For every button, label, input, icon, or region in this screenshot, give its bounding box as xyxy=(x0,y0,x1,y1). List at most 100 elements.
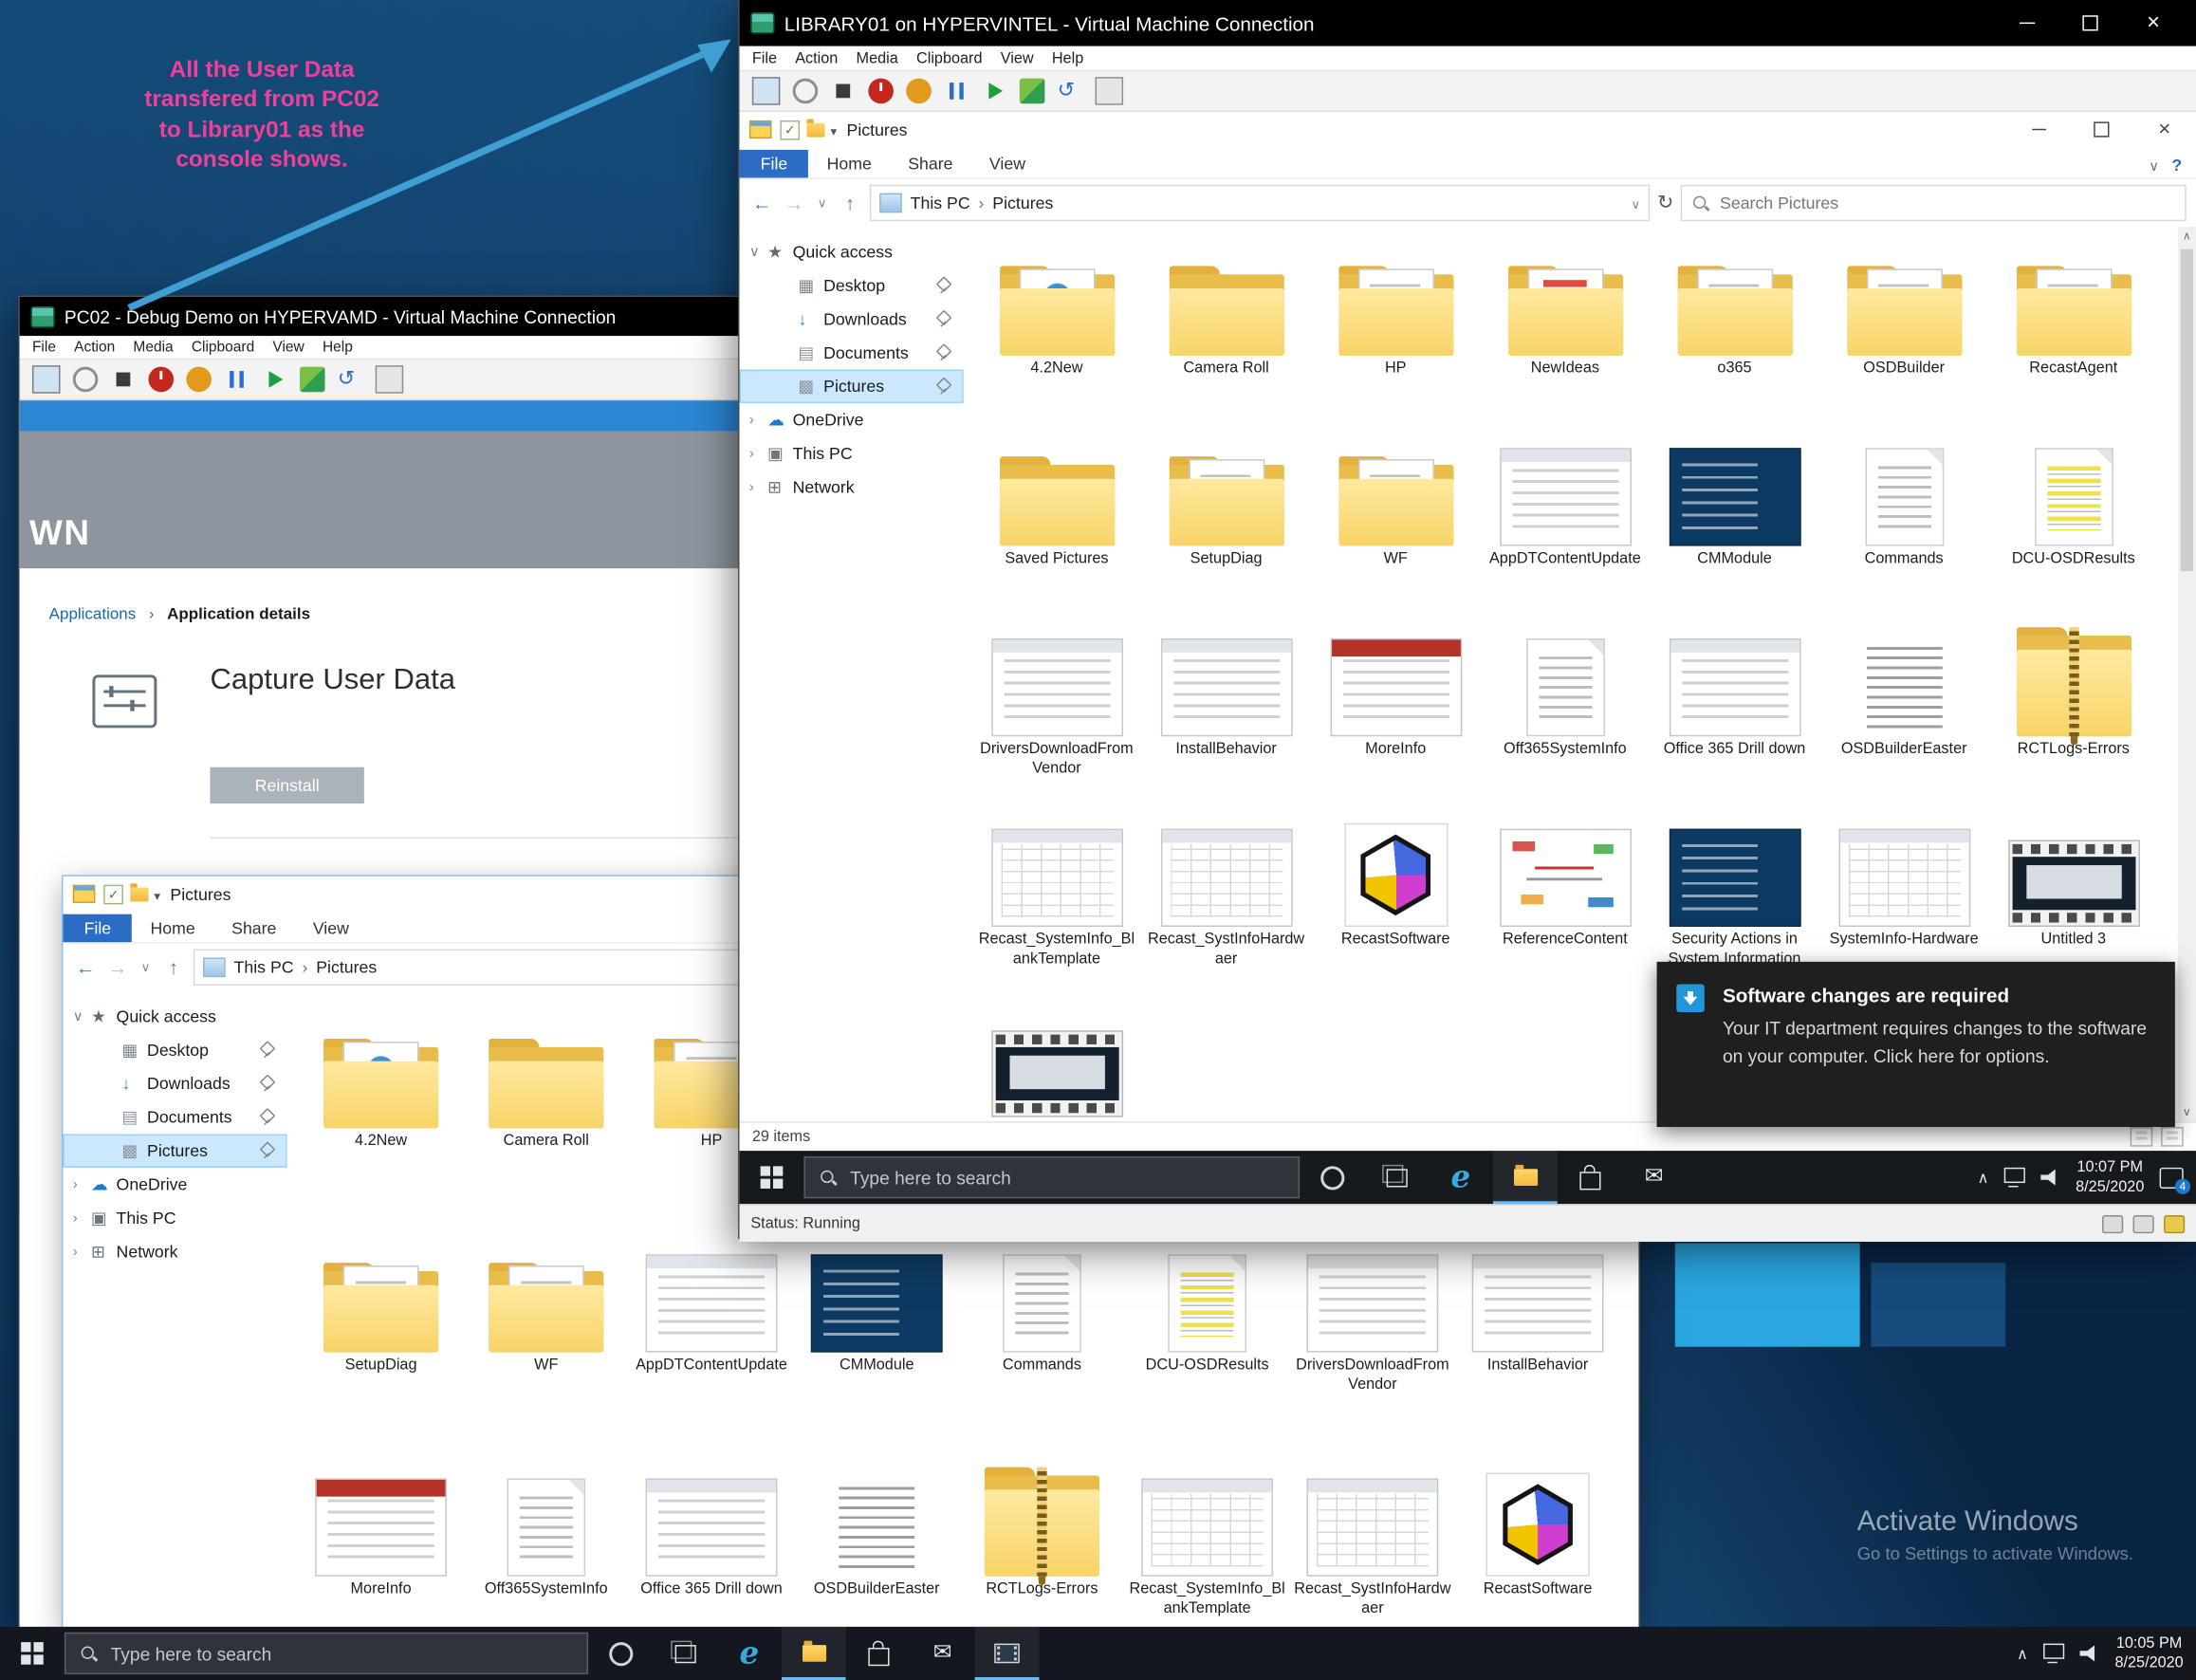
file-item[interactable]: RecastSoftware xyxy=(1311,809,1481,974)
turn-off-button[interactable] xyxy=(868,79,894,104)
file-item[interactable]: InstallBehavior xyxy=(1141,618,1311,784)
volume-icon[interactable] xyxy=(2080,1645,2100,1662)
nav-item[interactable]: Documents xyxy=(63,1100,286,1134)
quick-access-dropdown-icon[interactable] xyxy=(154,884,160,904)
tree-chevron-icon[interactable]: ∨ xyxy=(73,1008,91,1024)
enhanced-session-button[interactable] xyxy=(1096,77,1124,105)
file-item[interactable]: DriversDownloadFromVendor xyxy=(1290,1235,1455,1400)
ribbon-tab[interactable]: Home xyxy=(808,150,890,178)
quick-access-newfolder-icon[interactable] xyxy=(806,122,824,137)
menu-item[interactable]: Action xyxy=(795,49,838,66)
maximize-button[interactable] xyxy=(2070,112,2132,147)
media-app-button[interactable] xyxy=(975,1627,1040,1680)
tree-chevron-icon[interactable]: › xyxy=(73,1176,91,1191)
file-item[interactable]: DriversDownloadFromVendor xyxy=(972,618,1142,784)
address-bar[interactable]: This PC Pictures xyxy=(870,185,1651,221)
stop-vm-button[interactable] xyxy=(111,367,137,393)
breadcrumb-applications-link[interactable]: Applications xyxy=(49,606,137,623)
details-view-icon[interactable] xyxy=(2131,1127,2153,1147)
file-item[interactable]: MoreInfo xyxy=(1311,618,1481,784)
cortana-button[interactable] xyxy=(588,1627,653,1680)
nav-item[interactable]: ∨ Quick access xyxy=(740,235,964,268)
file-item[interactable]: Camera Roll xyxy=(1141,238,1311,403)
toast-notification[interactable]: Software changes are required Your IT de… xyxy=(1657,962,2175,1127)
quick-access-dropdown-icon[interactable] xyxy=(831,120,838,139)
close-button[interactable] xyxy=(2133,112,2196,147)
file-item[interactable]: NewIdeas xyxy=(1481,238,1651,403)
help-icon[interactable] xyxy=(2171,153,2182,178)
file-item[interactable]: RecastAgent xyxy=(1988,238,2158,403)
enhanced-session-button[interactable] xyxy=(376,365,404,394)
file-item[interactable]: AppDTContentUpdate xyxy=(1481,429,1651,594)
file-item[interactable]: Untitled 3 xyxy=(1988,809,2158,974)
nav-item[interactable]: Pictures xyxy=(740,370,964,403)
minimize-button[interactable] xyxy=(1996,0,2058,46)
file-item[interactable]: Recast_SystemInfo_BlankTemplate xyxy=(1125,1459,1290,1624)
file-item[interactable]: Camera Roll xyxy=(464,1011,629,1176)
stop-vm-button[interactable] xyxy=(831,79,857,104)
tree-chevron-icon[interactable]: › xyxy=(73,1210,91,1226)
menu-item[interactable]: View xyxy=(1001,49,1034,66)
taskbar-clock[interactable]: 10:07 PM 8/25/2020 xyxy=(2076,1157,2144,1197)
recent-locations-dropdown[interactable]: ∨ xyxy=(138,960,155,975)
ribbon-tab[interactable]: Home xyxy=(132,914,213,943)
search-box[interactable] xyxy=(1681,185,2187,221)
tab-file[interactable]: File xyxy=(740,150,809,178)
up-button[interactable]: ↑ xyxy=(161,956,187,979)
refresh-button[interactable] xyxy=(1657,191,1673,216)
tree-chevron-icon[interactable]: › xyxy=(749,446,767,461)
file-item[interactable]: SetupDiag xyxy=(298,1235,463,1400)
edge-button[interactable] xyxy=(717,1627,782,1680)
quick-access-newfolder-icon[interactable] xyxy=(130,887,148,901)
nav-item[interactable]: Pictures xyxy=(63,1134,286,1167)
quick-access-properties-icon[interactable] xyxy=(103,884,123,904)
minimize-button[interactable] xyxy=(2007,112,2070,147)
file-item[interactable]: RCTLogs-Errors xyxy=(959,1459,1124,1624)
menu-item[interactable]: Media xyxy=(133,339,173,356)
menu-item[interactable]: File xyxy=(752,49,777,66)
up-button[interactable]: ↑ xyxy=(838,192,863,214)
file-item[interactable]: Security Actions in System Information xyxy=(1650,809,1819,974)
file-item[interactable]: ReferenceContent xyxy=(1481,809,1651,974)
back-button[interactable]: ← xyxy=(749,192,775,214)
nav-item[interactable]: › This PC xyxy=(63,1201,286,1234)
tree-chevron-icon[interactable]: › xyxy=(73,1244,91,1259)
taskbar-search-input[interactable] xyxy=(108,1641,573,1665)
back-button[interactable]: ← xyxy=(73,956,99,979)
menu-item[interactable]: Clipboard xyxy=(192,339,254,356)
volume-icon[interactable] xyxy=(2040,1169,2060,1186)
scrollbar-thumb[interactable] xyxy=(2181,249,2193,571)
taskbar-clock[interactable]: 10:05 PM 8/25/2020 xyxy=(2114,1634,2183,1673)
task-view-button[interactable] xyxy=(653,1627,717,1680)
start-button[interactable] xyxy=(0,1627,65,1680)
tree-chevron-icon[interactable]: › xyxy=(749,413,767,428)
nav-item[interactable]: › OneDrive xyxy=(63,1168,286,1201)
tab-file[interactable]: File xyxy=(63,914,132,943)
file-item[interactable]: InstallBehavior xyxy=(1455,1235,1620,1400)
nav-item[interactable]: › Network xyxy=(740,471,964,504)
nav-item[interactable]: Desktop xyxy=(740,268,964,302)
address-dropdown-icon[interactable] xyxy=(1632,194,1641,213)
menu-item[interactable]: File xyxy=(32,339,56,356)
mail-button[interactable] xyxy=(1622,1151,1687,1204)
scroll-down-icon[interactable]: ∨ xyxy=(2178,1106,2196,1118)
expand-ribbon-icon[interactable] xyxy=(2149,153,2159,178)
file-item[interactable]: DCU-OSDResults xyxy=(1125,1235,1290,1400)
nav-item[interactable]: Desktop xyxy=(63,1033,286,1066)
file-item[interactable]: Recast_SystInfoHardwaer xyxy=(1141,809,1311,974)
file-item[interactable]: RecastSoftware xyxy=(1455,1459,1620,1624)
cortana-button[interactable] xyxy=(1300,1151,1364,1204)
close-button[interactable] xyxy=(2122,0,2185,46)
shutdown-button[interactable] xyxy=(186,367,212,393)
library01-vm-window[interactable]: LIBRARY01 on HYPERVINTEL - Virtual Machi… xyxy=(740,0,2196,1238)
revert-button[interactable] xyxy=(338,367,363,393)
reinstall-button[interactable]: Reinstall xyxy=(210,767,363,803)
taskbar-search-input[interactable] xyxy=(847,1166,1284,1190)
menu-item[interactable]: Clipboard xyxy=(916,49,983,66)
file-explorer-button[interactable] xyxy=(1493,1151,1558,1204)
breadcrumb-this-pc[interactable]: This PC xyxy=(234,957,294,977)
file-item[interactable]: WF xyxy=(1311,429,1481,594)
file-item[interactable]: AppDTContentUpdate xyxy=(629,1235,794,1400)
file-item[interactable]: Recast_SystInfoHardwaer xyxy=(1290,1459,1455,1624)
menu-item[interactable]: Media xyxy=(857,49,898,66)
